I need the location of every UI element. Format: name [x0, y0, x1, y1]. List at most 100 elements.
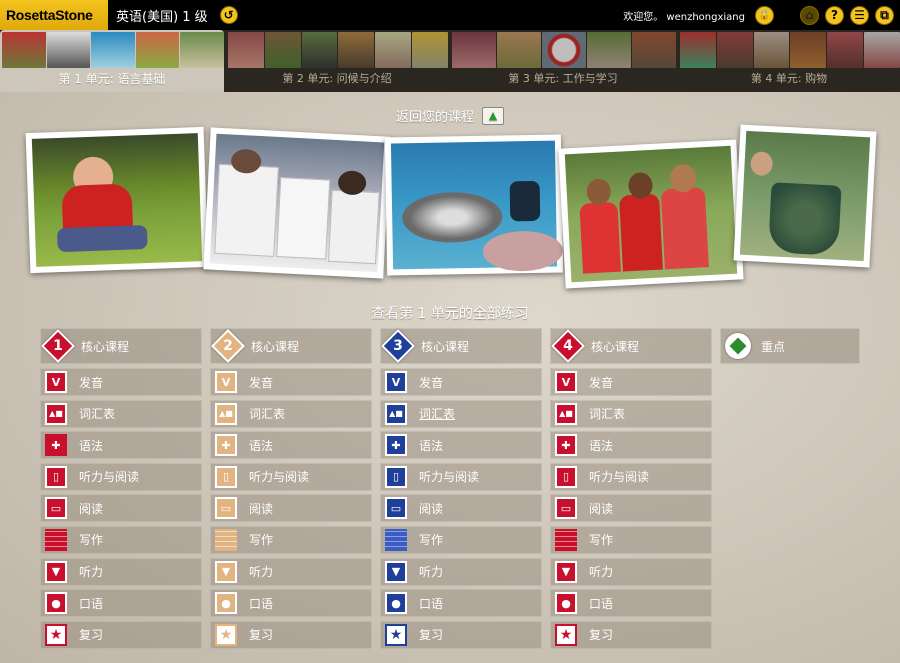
activity-review[interactable]: ★ 复习	[380, 620, 542, 649]
unit-3-label: 第 3 单元: 工作与学习	[508, 72, 618, 85]
course-title: 英语(美国) 1 级	[116, 9, 208, 25]
page-speaker-icon: ▯	[385, 465, 407, 488]
activity-listen-read[interactable]: ▯ 听力与阅读	[380, 462, 542, 491]
book-icon: ▭	[385, 497, 407, 520]
book-icon: ▭	[215, 497, 237, 520]
activity-writing[interactable]: 写作	[210, 525, 372, 554]
activity-pronunciation[interactable]: V 发音	[40, 368, 202, 396]
book-icon: ▭	[45, 497, 67, 520]
activity-speaking[interactable]: ● 口语	[550, 589, 712, 618]
lesson-number-2-icon: 2	[213, 331, 243, 361]
activity-speaking[interactable]: ● 口语	[40, 589, 202, 618]
star-icon: ★	[45, 623, 67, 646]
ear-icon: ▼	[215, 560, 237, 583]
core-lesson-2-button[interactable]: 2 核心课程	[210, 328, 372, 364]
activity-listen-read[interactable]: ▯ 听力与阅读	[40, 462, 202, 491]
focus-button[interactable]: 重点	[720, 328, 860, 364]
activity-listening[interactable]: ▼ 听力	[40, 557, 202, 586]
lesson-number-4-icon: 4	[553, 331, 583, 361]
activity-listening[interactable]: ▼ 听力	[210, 557, 372, 586]
activity-reading[interactable]: ▭ 阅读	[40, 494, 202, 523]
activity-review[interactable]: ★ 复习	[210, 620, 372, 649]
activity-speaking[interactable]: ● 口语	[210, 589, 372, 618]
activity-grammar[interactable]: ✚ 语法	[550, 431, 712, 460]
activity-listening[interactable]: ▼ 听力	[550, 557, 712, 586]
help-icon[interactable]: ?	[825, 5, 844, 25]
activity-grammar[interactable]: ✚ 语法	[380, 431, 542, 460]
unit-2-label: 第 2 单元: 问候与介绍	[282, 72, 392, 85]
activity-reading[interactable]: ▭ 阅读	[210, 494, 372, 523]
unit-3-thumbnails	[452, 32, 676, 68]
ear-icon: ▼	[45, 560, 67, 583]
rosetta-stone-logo: RosettaStone	[0, 0, 108, 30]
return-to-course[interactable]: 返回您的课程 ▲	[0, 106, 900, 125]
activity-vocabulary[interactable]: ▲■ 词汇表	[550, 399, 712, 428]
activity-speaking[interactable]: ● 口语	[380, 589, 542, 618]
core-lesson-4-button[interactable]: 4 核心课程	[550, 328, 712, 364]
star-icon: ★	[215, 623, 237, 646]
core-lesson-1-button[interactable]: 1 核心课程	[40, 328, 202, 364]
lesson-number-3-icon: 3	[383, 331, 413, 361]
activity-listen-read[interactable]: ▯ 听力与阅读	[210, 462, 372, 491]
plus-icon: ✚	[215, 434, 237, 457]
lesson-photo-5[interactable]	[733, 124, 877, 268]
activity-vocabulary[interactable]: ▲■ 词汇表	[210, 399, 372, 428]
activity-reading[interactable]: ▭ 阅读	[380, 494, 542, 523]
unit-1-label: 第 1 单元: 语言基础	[58, 72, 166, 86]
activity-writing[interactable]: 写作	[380, 525, 542, 554]
activity-grammar[interactable]: ✚ 语法	[40, 431, 202, 460]
activity-writing[interactable]: 写作	[550, 525, 712, 554]
plus-icon: ✚	[385, 434, 407, 457]
lesson-column-4: 4 核心课程 V 发音 ▲■ 词汇表 ✚ 语法 ▯ 听力与阅读 ▭ 阅读 写作 ▼ 听力 ●…	[550, 328, 712, 652]
activity-writing[interactable]: 写作	[40, 525, 202, 554]
unit-1-thumbnails	[2, 32, 224, 68]
activity-listen-read[interactable]: ▯ 听力与阅读	[550, 462, 712, 491]
back-icon[interactable]: ↺	[219, 6, 238, 24]
focus-diamond-icon	[723, 331, 753, 361]
activity-pronunciation[interactable]: V 发音	[210, 368, 372, 396]
ear-icon: ▼	[555, 560, 577, 583]
plus-icon: ✚	[555, 434, 577, 457]
shapes-icon: ▲■	[385, 402, 407, 425]
lesson-photo-3[interactable]	[384, 134, 564, 276]
speech-bubble-icon: ●	[385, 592, 407, 615]
window-icon[interactable]: ⧉	[875, 5, 894, 25]
main-panel: 返回您的课程 ▲ 查看第 1 单元的全部练习 1 核心课程 V 发音 ▲■ 词汇…	[0, 92, 900, 663]
lesson-photo-1[interactable]	[25, 126, 209, 274]
section-title: 查看第 1 单元的全部练习	[371, 306, 529, 322]
activity-review[interactable]: ★ 复习	[550, 620, 712, 649]
unit-4-thumbnails	[680, 32, 900, 68]
activity-pronunciation[interactable]: V 发音	[380, 368, 542, 396]
page-speaker-icon: ▯	[45, 465, 67, 488]
activity-pronunciation[interactable]: V 发音	[550, 368, 712, 396]
unit-tab-2[interactable]: 第 2 单元: 问候与介绍	[226, 30, 448, 92]
activity-vocabulary[interactable]: ▲■ 词汇表	[380, 399, 542, 428]
settings-icon[interactable]: ☰	[850, 5, 869, 25]
star-icon: ★	[385, 623, 407, 646]
ear-icon: ▼	[385, 560, 407, 583]
lesson-column-1: 1 核心课程 V 发音 ▲■ 词汇表 ✚ 语法 ▯ 听力与阅读 ▭ 阅读 写作 ▼ 听力 ●…	[40, 328, 202, 652]
shapes-icon: ▲■	[555, 402, 577, 425]
activity-reading[interactable]: ▭ 阅读	[550, 494, 712, 523]
home-icon[interactable]: ⌂	[800, 5, 819, 25]
unit-strip: 第 1 单元: 语言基础 第 2 单元: 问候与介绍 第 3 单元: 工作与学习	[0, 30, 900, 92]
unit-tab-4[interactable]: 第 4 单元: 购物	[678, 30, 900, 92]
welcome-text: 欢迎您。 wenzhongxiang	[623, 11, 745, 23]
top-bar: RosettaStone 英语(美国) 1 级 ↺ 欢迎您。 wenzhongx…	[0, 0, 900, 30]
unit-tab-1[interactable]: 第 1 单元: 语言基础	[0, 30, 224, 92]
star-icon: ★	[555, 623, 577, 646]
activity-grammar[interactable]: ✚ 语法	[210, 431, 372, 460]
activity-listening[interactable]: ▼ 听力	[380, 557, 542, 586]
activity-vocabulary[interactable]: ▲■ 词汇表	[40, 399, 202, 428]
book-icon: ▭	[555, 497, 577, 520]
shapes-icon: ▲■	[45, 402, 67, 425]
unit-tab-3[interactable]: 第 3 单元: 工作与学习	[450, 30, 676, 92]
return-label[interactable]: 返回您的课程	[396, 106, 474, 125]
lesson-photo-4[interactable]	[558, 139, 744, 289]
core-lesson-3-button[interactable]: 3 核心课程	[380, 328, 542, 364]
unit-4-label: 第 4 单元: 购物	[750, 72, 828, 85]
activity-review[interactable]: ★ 复习	[40, 620, 202, 649]
lesson-photo-2[interactable]	[203, 127, 391, 279]
up-arrow-icon[interactable]: ▲	[482, 106, 504, 125]
lock-icon[interactable]: 🔒	[755, 5, 774, 25]
